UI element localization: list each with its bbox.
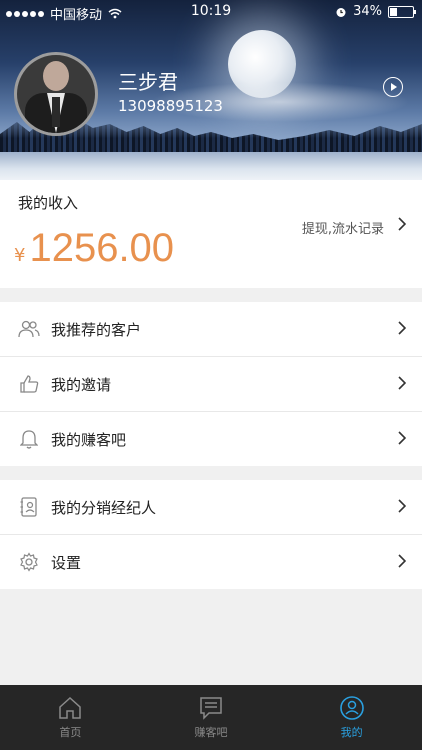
chevron-right-icon: [398, 431, 406, 445]
bell-icon: [18, 428, 40, 450]
username: 三步君: [118, 70, 178, 94]
amount-value: 1256.00: [29, 226, 175, 270]
avatar-head: [43, 61, 69, 91]
tab-label: 我的: [340, 726, 363, 739]
menu-label: 我推荐的客户: [51, 320, 142, 339]
tab-bar: 首页 赚客吧 我的: [0, 685, 422, 750]
snow-background: [0, 152, 422, 180]
menu-label: 我的赚客吧: [51, 430, 127, 449]
battery-fill: [390, 7, 397, 16]
chevron-right-icon: [398, 499, 406, 513]
menu-item-distribution-agents[interactable]: 我的分销经纪人: [0, 480, 422, 535]
status-right: 34%: [335, 4, 416, 19]
gear-icon: [18, 551, 40, 573]
alarm-icon: [336, 7, 346, 17]
income-section: 我的收入 提现,流水记录 ¥ 1256.00: [0, 180, 422, 288]
avatar[interactable]: [14, 52, 98, 136]
menu-item-settings[interactable]: 设置: [0, 535, 422, 589]
status-bar: 中国移动 10:19 34%: [0, 0, 422, 24]
avatar-tie: [52, 97, 60, 127]
chat-icon: [200, 697, 222, 720]
chevron-right-icon: [398, 376, 406, 390]
tab-zhuanke[interactable]: 赚客吧: [141, 685, 282, 750]
battery-percent: 34%: [353, 4, 382, 19]
menu-group-2: 我的分销经纪人 设置: [0, 480, 422, 589]
profile-icon: [339, 696, 364, 720]
menu-label: 我的分销经纪人: [51, 498, 157, 517]
income-title: 我的收入: [18, 194, 79, 212]
menu-item-my-zhuanke[interactable]: 我的赚客吧: [0, 412, 422, 466]
menu-group-1: 我推荐的客户 我的邀请 我的赚客吧: [0, 302, 422, 466]
thumbs-up-icon: [18, 373, 40, 395]
tab-mine[interactable]: 我的: [281, 685, 422, 750]
currency-symbol: ¥: [14, 245, 26, 266]
tab-home[interactable]: 首页: [0, 685, 141, 750]
home-icon: [59, 696, 82, 719]
contact-card-icon: [18, 496, 40, 518]
chevron-right-icon: [398, 321, 406, 335]
phone-number: 13098895123: [118, 97, 223, 115]
chevron-right-icon[interactable]: [398, 217, 406, 231]
menu-label: 设置: [51, 553, 82, 572]
play-icon[interactable]: [383, 77, 403, 97]
menu-item-recommended-customers[interactable]: 我推荐的客户: [0, 302, 422, 357]
chevron-right-icon: [398, 554, 406, 568]
income-amount: ¥ 1256.00: [14, 226, 174, 271]
withdraw-records-link[interactable]: 提现,流水记录: [302, 218, 384, 237]
tab-label: 首页: [59, 726, 82, 739]
battery-icon: [388, 5, 416, 18]
tab-label: 赚客吧: [194, 726, 228, 739]
users-icon: [18, 318, 40, 340]
menu-label: 我的邀请: [51, 375, 112, 394]
menu-item-my-invitations[interactable]: 我的邀请: [0, 357, 422, 412]
